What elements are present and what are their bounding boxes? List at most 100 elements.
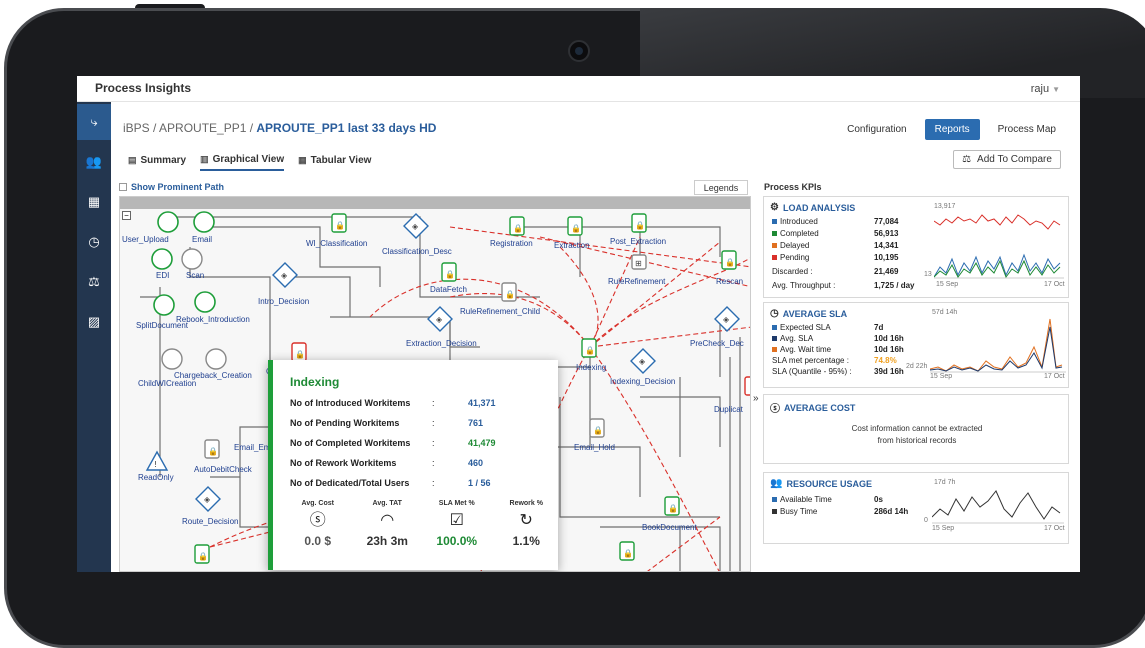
- sla-x-start: 15 Sep: [930, 373, 953, 380]
- clock-nav-icon[interactable]: ◷: [77, 224, 111, 260]
- popup-row-introduced: No of Introduced Workitems: 41,371: [290, 398, 550, 408]
- node-rebook-introduction[interactable]: Rebook_Introduction: [176, 315, 250, 324]
- popup-row-value: 41,479: [468, 438, 496, 448]
- node-classification-desc[interactable]: Classification_Desc: [382, 247, 452, 256]
- app-title: Process Insights: [95, 81, 192, 95]
- node-extraction-decision[interactable]: Extraction_Decision: [406, 339, 477, 348]
- kv-label: Avg. Throughput :: [772, 281, 836, 290]
- legends-button[interactable]: Legends: [694, 180, 748, 195]
- resource-y-max: 17d 7h: [934, 479, 956, 486]
- node-rescan[interactable]: Rescan: [716, 277, 743, 286]
- average-sla-header[interactable]: ◷ AVERAGE SLA: [770, 308, 847, 319]
- show-prominent-path[interactable]: Show Prominent Path: [119, 182, 224, 192]
- user-menu[interactable]: raju ▼: [1031, 83, 1060, 95]
- node-duplicat[interactable]: Duplicat: [714, 405, 743, 414]
- add-to-compare-button[interactable]: ⚖ Add To Compare: [953, 150, 1061, 169]
- load-row-discarded: Discarded : 21,469: [772, 267, 922, 276]
- node-childwicreation[interactable]: ChildWICreation: [138, 379, 196, 388]
- breadcrumb-root[interactable]: iBPS / APROUTE_PP1 /: [123, 121, 256, 135]
- process-map-nav-icon[interactable]: ⤷: [77, 104, 111, 140]
- node-user-upload[interactable]: User_Upload: [122, 235, 169, 244]
- tab-graphical-view[interactable]: ▥ Graphical View: [200, 154, 285, 171]
- resource-x-end: 17 Oct: [1044, 525, 1065, 532]
- node-readonly[interactable]: ReadOnly: [138, 473, 174, 482]
- popup-title: Indexing: [290, 375, 340, 389]
- load-analysis-title: LOAD ANALYSIS: [782, 202, 856, 213]
- legend-swatch: [772, 231, 777, 237]
- node-datafetch[interactable]: DataFetch: [430, 285, 467, 294]
- legend-swatch: [772, 347, 777, 353]
- tab-tabular-view[interactable]: ▦ Tabular View: [298, 154, 371, 171]
- popup-colon: :: [432, 438, 435, 448]
- metric-avg-cost: Avg. Cost ⓢ 0.0 $: [286, 500, 350, 548]
- node-scan[interactable]: Scan: [186, 271, 204, 280]
- resource-x-start: 15 Sep: [932, 525, 955, 532]
- popup-row-value: 460: [468, 458, 484, 468]
- legend-swatch: [772, 255, 777, 261]
- gauge-icon: ◠: [380, 512, 395, 529]
- report-nav-icon[interactable]: ▨: [77, 304, 111, 340]
- svg-text:!: !: [154, 460, 157, 469]
- kv-label: Expected SLA: [780, 323, 831, 332]
- metric-value: 1.1%: [512, 534, 540, 548]
- node-autodebitcheck[interactable]: AutoDebitCheck: [194, 465, 252, 474]
- users-nav-icon[interactable]: 👥: [77, 144, 111, 180]
- node-indexing-decision[interactable]: Indexing_Decision: [610, 377, 675, 386]
- process-map-button[interactable]: Process Map: [992, 120, 1062, 139]
- kv-value: 10d 16h: [874, 334, 904, 343]
- sla-x-end: 17 Oct: [1044, 373, 1065, 380]
- sla-y-max: 57d 14h: [932, 309, 958, 316]
- legend-swatch: [772, 219, 777, 225]
- node-wi-classification[interactable]: WI_Classification: [306, 239, 367, 248]
- node-rulerefinement[interactable]: RuleRefinement: [608, 277, 665, 286]
- collapse-toggle[interactable]: −: [122, 211, 131, 220]
- kv-value: 14,341: [874, 241, 899, 250]
- svg-text:⊞: ⊞: [635, 259, 642, 268]
- compare-nav-icon[interactable]: ⚖: [77, 264, 111, 300]
- calendar-nav-icon[interactable]: ▦: [77, 184, 111, 220]
- kv-value: 7d: [874, 323, 884, 332]
- sla-row-wait: Avg. Wait time 10d 16h: [772, 345, 922, 354]
- kv-label: Delayed: [780, 241, 810, 250]
- legend-swatch: [772, 336, 777, 342]
- svg-text:🔒: 🔒: [623, 549, 633, 558]
- node-registration[interactable]: Registration: [490, 239, 533, 248]
- kv-label: Avg. Wait time: [780, 345, 832, 354]
- node-edi[interactable]: EDI: [156, 271, 169, 280]
- resource-usage-header[interactable]: 👥 RESOURCE USAGE: [770, 478, 872, 489]
- metric-sla-met: SLA Met % ☑ 100.0%: [425, 500, 489, 548]
- reports-button[interactable]: Reports: [924, 119, 980, 140]
- rework-icon: ↻: [519, 512, 533, 529]
- node-post-extraction[interactable]: Post_Extraction: [610, 237, 666, 246]
- node-indexing[interactable]: Indexing: [576, 363, 606, 372]
- node-email-hold[interactable]: Email_Hold: [574, 443, 615, 452]
- node-rulerefinement-child[interactable]: RuleRefinement_Child: [460, 307, 540, 316]
- average-cost-header[interactable]: ⓢ AVERAGE COST: [770, 400, 855, 416]
- metric-value: 100.0%: [436, 534, 478, 548]
- node-extraction[interactable]: Extraction: [554, 241, 590, 250]
- svg-text:◈: ◈: [204, 495, 211, 504]
- node-intro-decision[interactable]: Intro_Decision: [258, 297, 309, 306]
- kv-label: Available Time: [780, 495, 832, 504]
- collapse-panel-chevron-icon[interactable]: »: [753, 393, 759, 404]
- kv-value: 39d 16h: [874, 367, 904, 376]
- popup-metrics: Avg. Cost ⓢ 0.0 $ Avg. TAT ◠ 23h 3m SLA Met …: [283, 500, 561, 548]
- configuration-button[interactable]: Configuration: [841, 120, 912, 139]
- load-analysis-header[interactable]: ⚙ LOAD ANALYSIS: [770, 202, 855, 213]
- node-email-em[interactable]: Email_Em: [234, 443, 270, 452]
- table-icon: ▦: [298, 155, 307, 165]
- resource-usage-title: RESOURCE USAGE: [786, 478, 872, 489]
- node-precheck-dec[interactable]: PreCheck_Dec: [690, 339, 744, 348]
- node-route-decision[interactable]: Route_Decision: [182, 517, 238, 526]
- load-row-completed: Completed 56,913: [772, 229, 922, 238]
- tab-summary[interactable]: ▤ Summary: [128, 154, 186, 171]
- compare-icon: ⚖: [962, 154, 972, 165]
- svg-text:🔒: 🔒: [635, 221, 645, 230]
- node-bookdocument[interactable]: BookDocument: [642, 523, 697, 532]
- prominent-path-checkbox[interactable]: [119, 183, 127, 191]
- svg-text:🔒: 🔒: [505, 290, 515, 299]
- node-email[interactable]: Email: [192, 235, 212, 244]
- svg-text:◈: ◈: [723, 315, 730, 324]
- show-prominent-label: Show Prominent Path: [131, 182, 225, 192]
- bar-chart-icon: ▥: [200, 154, 209, 164]
